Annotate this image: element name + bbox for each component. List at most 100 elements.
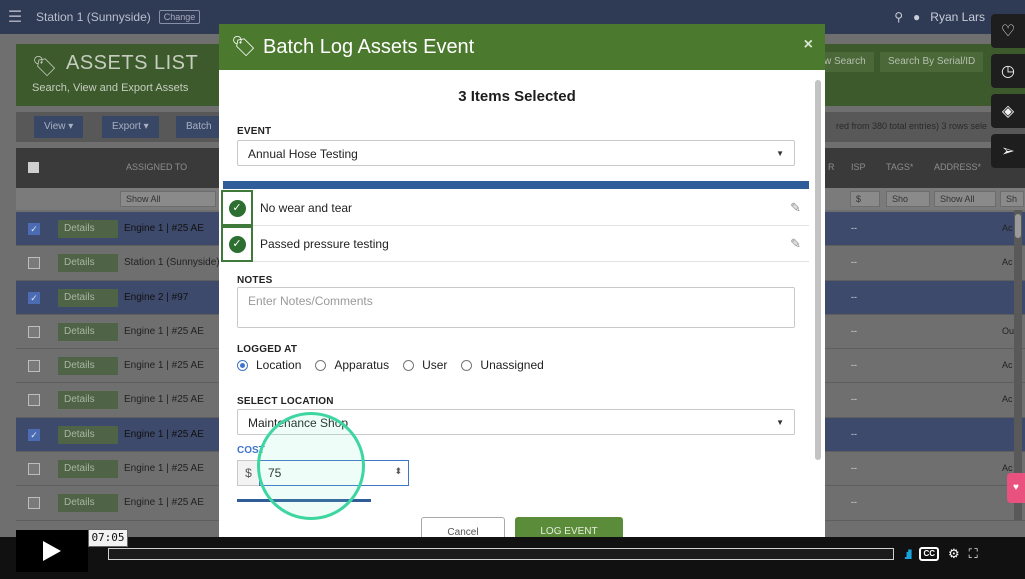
last-cell: Ac [1002, 257, 1013, 268]
notes-textarea[interactable]: Enter Notes/Comments [237, 287, 795, 328]
radio-dot[interactable] [237, 359, 248, 371]
event-label: EVENT [237, 126, 272, 137]
select-all-checkbox[interactable] [28, 162, 39, 173]
search-icon[interactable]: ⚲ [894, 10, 903, 24]
clock-icon[interactable]: ◷ [991, 54, 1025, 88]
event-select[interactable]: Annual Hose Testing ▼ [237, 140, 795, 166]
radio-location[interactable]: Location [237, 358, 301, 372]
modal-title: Batch Log Assets Event [263, 36, 475, 58]
assigned-cell: Engine 1 | #25 AE [124, 360, 204, 372]
details-button[interactable]: Details [58, 494, 118, 513]
radio-apparatus[interactable]: Apparatus [315, 358, 389, 372]
row-checkbox[interactable]: ✓ [28, 428, 40, 441]
hamburger-menu-icon[interactable]: ☰ [0, 7, 30, 27]
fullscreen-icon[interactable]: ⛶ [969, 546, 978, 562]
radio-dot[interactable] [315, 359, 327, 371]
change-station-button[interactable]: Change [158, 10, 201, 24]
pencil-icon[interactable]: ✎ [790, 200, 801, 216]
row-checkbox[interactable] [28, 360, 40, 373]
details-button[interactable]: Details [58, 220, 118, 238]
isp-cell: -- [851, 325, 857, 336]
search-by-serial-button[interactable]: Search By Serial/ID [880, 52, 984, 72]
details-button[interactable]: Details [58, 391, 118, 410]
play-button[interactable] [16, 530, 88, 572]
close-icon[interactable]: × [804, 36, 813, 54]
col-isp[interactable]: ISP [851, 162, 866, 172]
details-button[interactable]: Details [58, 288, 118, 307]
section-divider [223, 181, 809, 189]
export-dropdown[interactable]: Export ▾ [102, 116, 159, 138]
radio-unassigned[interactable]: Unassigned [461, 358, 544, 372]
details-button[interactable]: Details [58, 460, 118, 479]
select-location-label: SELECT LOCATION [237, 396, 334, 407]
details-button[interactable]: Details [58, 322, 118, 341]
details-button[interactable]: Details [58, 254, 118, 273]
selected-count: 3 Items Selected [458, 88, 576, 105]
logged-at-label: LOGGED AT [237, 344, 298, 355]
layers-icon[interactable]: ◈ [991, 94, 1025, 128]
play-icon [43, 541, 61, 561]
assigned-filter[interactable]: Show All [120, 191, 216, 207]
pencil-icon[interactable]: ✎ [790, 236, 801, 252]
tag-icon: 🏷 [32, 56, 58, 78]
tag-icon: 🏷 [231, 36, 257, 58]
col-r[interactable]: R [828, 162, 835, 172]
col-address[interactable]: ADDRESS* [934, 162, 981, 172]
progress-bar[interactable] [108, 548, 894, 560]
assigned-cell: Engine 1 | #25 AE [124, 394, 204, 406]
station-name: Station 1 (Sunnyside) [36, 10, 151, 24]
check-item-no-wear[interactable]: ✓ No wear and tear ✎ [221, 190, 809, 226]
check-item-pressure[interactable]: ✓ Passed pressure testing ✎ [221, 226, 809, 262]
col-tags[interactable]: TAGS* [886, 162, 913, 172]
table-scrollbar-thumb[interactable] [1015, 214, 1021, 238]
row-checkbox[interactable]: ✓ [28, 223, 40, 235]
assigned-cell: Engine 1 | #25 AE [124, 463, 204, 475]
modal-scrollbar[interactable] [815, 80, 821, 460]
batch-button[interactable]: Batch [176, 116, 222, 138]
tags-filter[interactable]: Sho [886, 191, 930, 207]
table-info: red from 380 total entries) 3 rows sele [836, 121, 988, 131]
video-side-actions: ♡ ◷ ◈ ➢ [991, 14, 1025, 174]
last-cell: Ac [1002, 394, 1013, 405]
page-title: ASSETS LIST [66, 52, 199, 74]
row-checkbox[interactable] [28, 394, 40, 407]
address-filter[interactable]: Show All [934, 191, 996, 207]
isp-cell: -- [851, 463, 857, 474]
check-label: No wear and tear [260, 201, 353, 215]
assigned-cell: Engine 1 | #25 AE [124, 223, 204, 234]
check-toggle[interactable]: ✓ [221, 226, 253, 262]
details-button[interactable]: Details [58, 425, 118, 444]
assigned-cell: Engine 2 | #97 [124, 291, 189, 303]
radio-label: Apparatus [334, 358, 390, 372]
last-cell: Ac [1002, 223, 1013, 233]
volume-icon[interactable]: .ıll [904, 547, 913, 562]
row-checkbox[interactable] [28, 257, 40, 270]
isp-cell: -- [851, 394, 857, 405]
row-checkbox[interactable] [28, 463, 40, 476]
isp-cell: -- [851, 360, 857, 371]
send-icon[interactable]: ➢ [991, 134, 1025, 168]
check-toggle[interactable]: ✓ [221, 190, 253, 226]
spinner-icon[interactable]: ⬍ [394, 466, 402, 477]
row-checkbox[interactable]: ✓ [28, 291, 40, 304]
col-assigned-to[interactable]: ASSIGNED TO [126, 162, 187, 172]
event-select-value: Annual Hose Testing [248, 147, 358, 161]
radio-label: Location [256, 358, 302, 372]
row-checkbox[interactable] [28, 325, 40, 338]
assigned-cell: Engine 1 | #25 AE [124, 497, 204, 509]
heart-icon[interactable]: ♡ [991, 14, 1025, 48]
details-button[interactable]: Details [58, 357, 118, 376]
radio-user[interactable]: User [403, 358, 447, 372]
radio-dot[interactable] [461, 359, 473, 371]
closed-captions-icon[interactable]: CC [919, 547, 940, 561]
settings-gear-icon[interactable]: ⚙ [948, 546, 960, 562]
view-dropdown[interactable]: View ▾ [34, 116, 84, 138]
radio-dot[interactable] [403, 359, 415, 371]
last-filter[interactable]: Sh [1000, 191, 1024, 207]
row-checkbox[interactable] [28, 497, 40, 510]
isp-filter[interactable]: $ [850, 191, 880, 207]
user-name[interactable]: Ryan Lars [930, 10, 985, 24]
pink-heart-tab-icon[interactable]: ♥ [1007, 473, 1025, 503]
last-cell: Ou [1002, 325, 1015, 336]
modal-scrollbar-thumb[interactable] [815, 80, 821, 460]
